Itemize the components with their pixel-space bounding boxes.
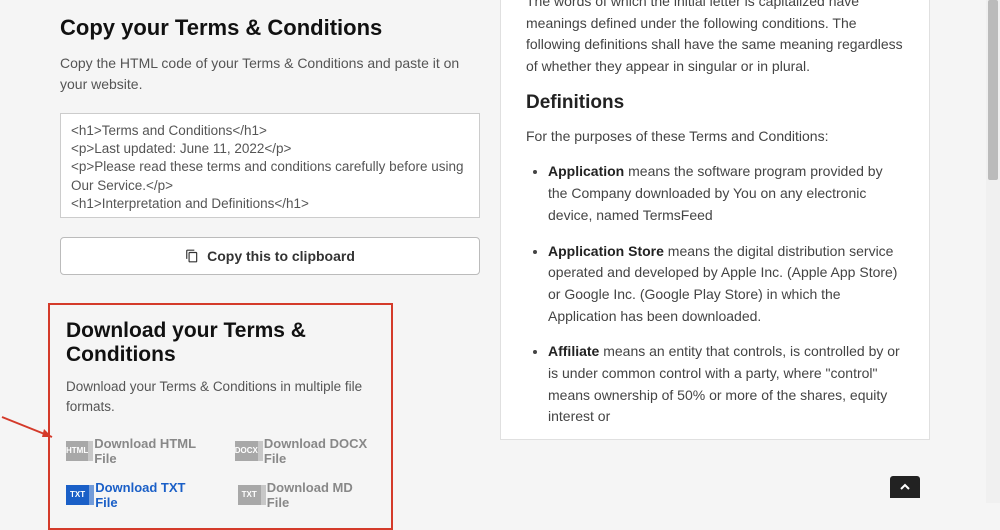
download-html-label: Download HTML File (94, 436, 205, 466)
copy-to-clipboard-button[interactable]: Copy this to clipboard (60, 237, 480, 275)
download-html-link[interactable]: HTML Download HTML File (66, 436, 205, 466)
download-docx-link[interactable]: DOCX Download DOCX File (235, 436, 375, 466)
copy-subtext: Copy the HTML code of your Terms & Condi… (60, 53, 470, 95)
download-section: Download your Terms & Conditions Downloa… (48, 303, 393, 530)
preview-panel: The words of which the initial letter is… (500, 0, 930, 440)
md-file-icon: TXT (238, 485, 261, 505)
html-file-icon: HTML (66, 441, 88, 461)
definitions-heading: Definitions (526, 92, 904, 114)
chevron-up-icon (900, 482, 910, 492)
definition-application-store: Application Store means the digital dist… (548, 241, 904, 328)
page-scrollbar-thumb[interactable] (988, 0, 998, 180)
code-textarea[interactable] (60, 113, 480, 218)
txt-file-icon: TXT (66, 485, 89, 505)
page-scrollbar[interactable] (986, 0, 1000, 503)
download-txt-label: Download TXT File (95, 480, 207, 510)
download-md-link[interactable]: TXT Download MD File (238, 480, 375, 510)
docx-file-icon: DOCX (235, 441, 258, 461)
download-docx-label: Download DOCX File (264, 436, 375, 466)
download-md-label: Download MD File (267, 480, 375, 510)
download-title: Download your Terms & Conditions (66, 319, 375, 367)
definition-affiliate: Affiliate means an entity that controls,… (548, 341, 904, 428)
definition-application: Application means the software program p… (548, 161, 904, 226)
interpretation-paragraph: The words of which the initial letter is… (526, 0, 904, 78)
clipboard-icon (185, 249, 199, 263)
copy-title: Copy your Terms & Conditions (60, 15, 470, 41)
download-subtext: Download your Terms & Conditions in mult… (66, 377, 375, 418)
definitions-lead: For the purposes of these Terms and Cond… (526, 126, 904, 148)
scroll-top-button[interactable] (890, 476, 920, 498)
download-txt-link[interactable]: TXT Download TXT File (66, 480, 208, 510)
copy-button-label: Copy this to clipboard (207, 248, 355, 264)
